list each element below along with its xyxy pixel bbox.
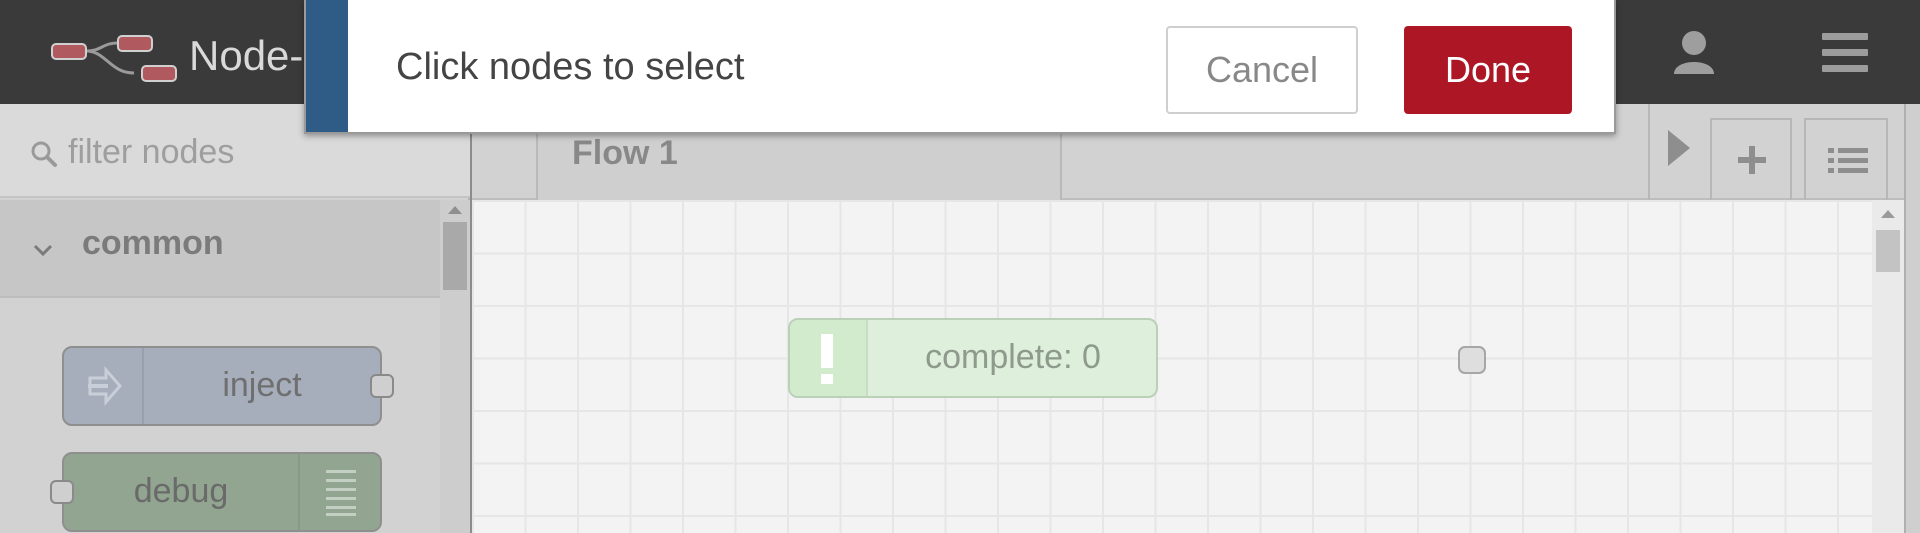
palette-node-label: debug [133,472,229,510]
scroll-up-arrow-icon[interactable] [1881,210,1895,218]
tab-label: Flow 1 [572,134,678,172]
debug-list-icon [298,454,382,530]
plus-icon [1738,146,1766,174]
palette-scroll-thumb[interactable] [443,222,467,290]
cancel-button[interactable]: Cancel [1166,26,1358,114]
search-icon [31,141,57,167]
output-port [370,374,394,398]
list-icon [1828,148,1868,173]
palette-scrollbar[interactable] [440,200,470,533]
filter-nodes-input[interactable] [68,128,448,176]
sidebar-edge [1904,104,1920,533]
done-button[interactable]: Done [1404,26,1572,114]
caret-right-icon [1668,130,1690,166]
app-title: Node- [189,32,304,79]
node-palette: common inject debug [0,104,470,533]
palette-category-common[interactable]: common [0,200,440,298]
tab-scroll-right-button[interactable] [1648,104,1708,200]
exclamation-icon [821,334,833,384]
list-flows-button[interactable] [1804,118,1888,200]
node-red-logo-icon [51,35,177,82]
notification-accent-bar [306,0,348,132]
notification-message: Click nodes to select [396,46,745,88]
output-port[interactable] [1458,346,1486,374]
palette-node-inject[interactable]: inject [62,346,394,426]
input-port [50,480,74,504]
inject-arrow-icon [64,348,144,424]
palette-node-debug[interactable]: debug [50,452,382,532]
canvas-scroll-thumb[interactable] [1876,230,1900,272]
select-nodes-notification: Click nodes to select Cancel Done [304,0,1616,134]
category-label: common [82,224,224,262]
flow-node-icon-area [790,320,868,396]
user-icon[interactable] [1670,28,1718,76]
add-flow-button[interactable] [1710,118,1792,200]
hamburger-menu-icon[interactable] [1822,33,1868,73]
scroll-up-arrow-icon[interactable] [448,206,462,214]
flow-node-label: complete: 0 [925,338,1101,376]
canvas-scrollbar[interactable] [1872,200,1904,533]
palette-node-label: inject [222,366,302,404]
flow-node-complete[interactable]: complete: 0 [788,318,1486,398]
flow-canvas[interactable]: complete: 0 [472,200,1872,533]
chevron-down-icon [33,244,53,257]
